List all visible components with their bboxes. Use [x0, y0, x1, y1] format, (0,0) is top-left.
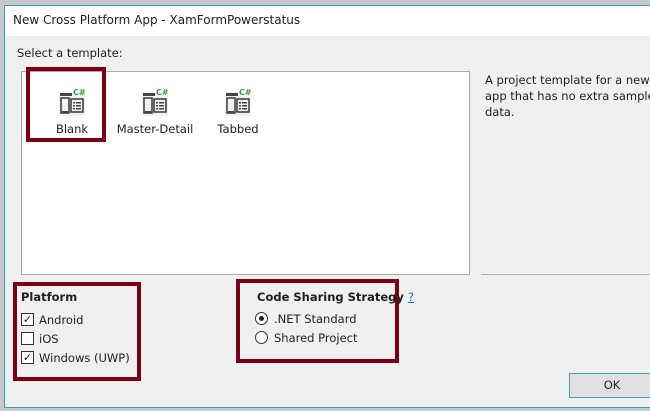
code-sharing-radio-1[interactable]: Shared Project: [255, 328, 414, 347]
select-template-label: Select a template:: [17, 46, 123, 60]
template-master-detail[interactable]: C# Master-Detail: [115, 82, 195, 136]
help-link[interactable]: ?: [408, 290, 414, 304]
svg-text:C#: C#: [156, 88, 169, 97]
checkbox-checked-icon[interactable]: ✓: [21, 351, 34, 364]
ok-button[interactable]: OK: [569, 373, 650, 398]
radio-unselected-icon[interactable]: [255, 331, 268, 344]
template-tabbed[interactable]: C# Tabbed: [198, 82, 278, 136]
template-label: Tabbed: [217, 122, 259, 136]
radio-selected-icon[interactable]: [255, 312, 268, 325]
window-title: New Cross Platform App - XamFormPowersta…: [13, 13, 301, 27]
csharp-template-icon: C#: [224, 86, 252, 116]
highlight-blank: [26, 67, 106, 142]
code-sharing-radio-0[interactable]: .NET Standard: [255, 309, 414, 328]
checkbox-label: Android: [39, 312, 84, 327]
svg-text:C#: C#: [239, 88, 252, 97]
template-label: Master-Detail: [116, 122, 194, 136]
platform-checkbox-1[interactable]: iOS: [21, 329, 130, 348]
radio-label: Shared Project: [274, 330, 358, 345]
platform-checkbox-0[interactable]: ✓ Android: [21, 310, 130, 329]
title-bar: New Cross Platform App - XamFormPowersta…: [5, 6, 650, 36]
platform-checkbox-2[interactable]: ✓ Windows (UWP): [21, 348, 130, 367]
platform-label: Platform: [21, 290, 78, 304]
code-sharing-label: Code Sharing Strategy: [257, 290, 404, 304]
new-cross-platform-app-dialog: New Cross Platform App - XamFormPowersta…: [4, 5, 650, 408]
radio-label: .NET Standard: [274, 311, 357, 326]
divider: [481, 274, 650, 275]
checkbox-label: iOS: [39, 331, 59, 346]
template-description: A project template for a new Xa app that…: [485, 73, 650, 119]
csharp-template-icon: C#: [141, 86, 169, 116]
checkbox-unchecked-icon[interactable]: [21, 332, 34, 345]
checkbox-label: Windows (UWP): [39, 350, 130, 365]
checkbox-checked-icon[interactable]: ✓: [21, 313, 34, 326]
